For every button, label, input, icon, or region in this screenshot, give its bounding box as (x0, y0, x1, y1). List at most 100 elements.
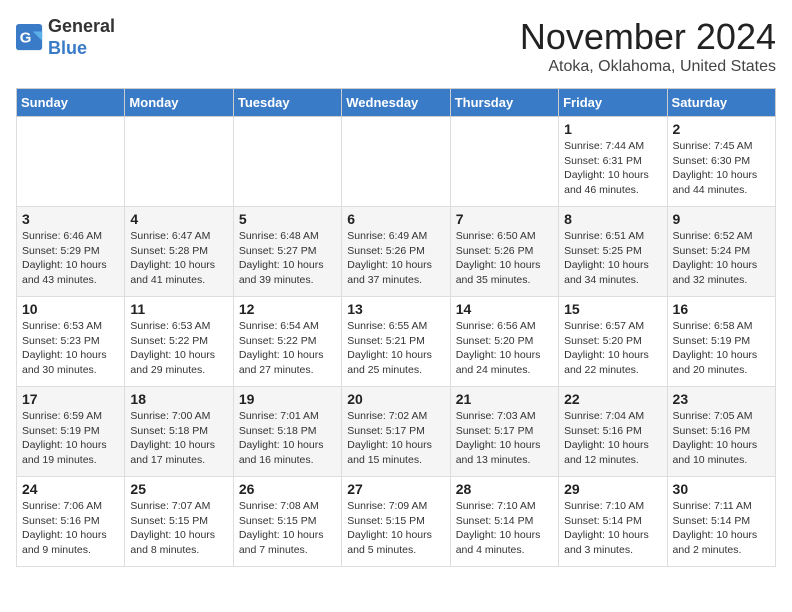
day-info: Sunrise: 7:11 AM Sunset: 5:14 PM Dayligh… (673, 499, 770, 558)
day-cell: 28 Sunrise: 7:10 AM Sunset: 5:14 PM Dayli… (450, 477, 558, 567)
svg-text:G: G (20, 29, 32, 46)
day-cell (342, 117, 450, 207)
day-number: 28 (456, 481, 553, 497)
day-number: 7 (456, 211, 553, 227)
day-cell: 23 Sunrise: 7:05 AM Sunset: 5:16 PM Dayli… (667, 387, 775, 477)
month-title: November 2024 (520, 16, 776, 58)
day-number: 27 (347, 481, 444, 497)
location: Atoka, Oklahoma, United States (520, 58, 776, 76)
day-info: Sunrise: 6:46 AM Sunset: 5:29 PM Dayligh… (22, 229, 119, 288)
day-number: 9 (673, 211, 770, 227)
day-cell: 19 Sunrise: 7:01 AM Sunset: 5:18 PM Dayli… (233, 387, 341, 477)
day-info: Sunrise: 6:57 AM Sunset: 5:20 PM Dayligh… (564, 319, 661, 378)
day-number: 6 (347, 211, 444, 227)
day-info: Sunrise: 6:58 AM Sunset: 5:19 PM Dayligh… (673, 319, 770, 378)
day-info: Sunrise: 6:51 AM Sunset: 5:25 PM Dayligh… (564, 229, 661, 288)
header-sunday: Sunday (17, 89, 125, 117)
day-cell: 27Sunrise: 7:09 AM Sunset: 5:15 PM Dayli… (342, 477, 450, 567)
day-number: 4 (130, 211, 227, 227)
day-number: 24 (22, 481, 119, 497)
day-cell: 26Sunrise: 7:08 AM Sunset: 5:15 PM Dayli… (233, 477, 341, 567)
day-cell: 7 Sunrise: 6:50 AM Sunset: 5:26 PM Daylig… (450, 207, 558, 297)
day-number: 26 (239, 481, 336, 497)
day-info: Sunrise: 7:05 AM Sunset: 5:16 PM Dayligh… (673, 409, 770, 468)
day-number: 8 (564, 211, 661, 227)
page-header: G General Blue November 2024 Atoka, Okla… (16, 16, 776, 76)
day-number: 16 (673, 301, 770, 317)
day-number: 1 (564, 121, 661, 137)
day-info: Sunrise: 6:48 AM Sunset: 5:27 PM Dayligh… (239, 229, 336, 288)
day-info: Sunrise: 7:10 AM Sunset: 5:14 PM Dayligh… (456, 499, 553, 558)
day-info: Sunrise: 6:49 AM Sunset: 5:26 PM Dayligh… (347, 229, 444, 288)
day-number: 19 (239, 391, 336, 407)
day-info: Sunrise: 6:55 AM Sunset: 5:21 PM Dayligh… (347, 319, 444, 378)
day-number: 2 (673, 121, 770, 137)
day-cell: 5 Sunrise: 6:48 AM Sunset: 5:27 PM Daylig… (233, 207, 341, 297)
calendar-table: SundayMondayTuesdayWednesdayThursdayFrid… (16, 88, 776, 567)
day-cell: 15 Sunrise: 6:57 AM Sunset: 5:20 PM Dayli… (559, 297, 667, 387)
day-info: Sunrise: 6:56 AM Sunset: 5:20 PM Dayligh… (456, 319, 553, 378)
day-cell: 18Sunrise: 7:00 AM Sunset: 5:18 PM Dayli… (125, 387, 233, 477)
day-cell: 10 Sunrise: 6:53 AM Sunset: 5:23 PM Dayli… (17, 297, 125, 387)
day-info: Sunrise: 7:45 AM Sunset: 6:30 PM Dayligh… (673, 139, 770, 198)
logo-line2: Blue (48, 38, 115, 60)
day-cell: 17 Sunrise: 6:59 AM Sunset: 5:19 PM Dayli… (17, 387, 125, 477)
day-info: Sunrise: 6:53 AM Sunset: 5:23 PM Dayligh… (22, 319, 119, 378)
header-monday: Monday (125, 89, 233, 117)
day-cell: 12Sunrise: 6:54 AM Sunset: 5:22 PM Dayli… (233, 297, 341, 387)
day-info: Sunrise: 7:00 AM Sunset: 5:18 PM Dayligh… (130, 409, 227, 468)
day-info: Sunrise: 7:01 AM Sunset: 5:18 PM Dayligh… (239, 409, 336, 468)
week-row-4: 17 Sunrise: 6:59 AM Sunset: 5:19 PM Dayli… (17, 387, 776, 477)
day-number: 23 (673, 391, 770, 407)
day-number: 14 (456, 301, 553, 317)
day-number: 13 (347, 301, 444, 317)
week-row-1: 1 Sunrise: 7:44 AM Sunset: 6:31 PM Daylig… (17, 117, 776, 207)
day-cell: 30Sunrise: 7:11 AM Sunset: 5:14 PM Dayli… (667, 477, 775, 567)
header-tuesday: Tuesday (233, 89, 341, 117)
logo-icon: G (16, 24, 44, 52)
day-info: Sunrise: 6:52 AM Sunset: 5:24 PM Dayligh… (673, 229, 770, 288)
day-cell: 3 Sunrise: 6:46 AM Sunset: 5:29 PM Daylig… (17, 207, 125, 297)
calendar-header-row: SundayMondayTuesdayWednesdayThursdayFrid… (17, 89, 776, 117)
day-cell: 2 Sunrise: 7:45 AM Sunset: 6:30 PM Daylig… (667, 117, 775, 207)
day-cell (17, 117, 125, 207)
day-info: Sunrise: 6:54 AM Sunset: 5:22 PM Dayligh… (239, 319, 336, 378)
day-number: 22 (564, 391, 661, 407)
day-cell: 21 Sunrise: 7:03 AM Sunset: 5:17 PM Dayli… (450, 387, 558, 477)
day-info: Sunrise: 7:02 AM Sunset: 5:17 PM Dayligh… (347, 409, 444, 468)
day-number: 17 (22, 391, 119, 407)
day-cell: 9 Sunrise: 6:52 AM Sunset: 5:24 PM Daylig… (667, 207, 775, 297)
day-cell: 14 Sunrise: 6:56 AM Sunset: 5:20 PM Dayli… (450, 297, 558, 387)
day-info: Sunrise: 7:44 AM Sunset: 6:31 PM Dayligh… (564, 139, 661, 198)
day-info: Sunrise: 6:53 AM Sunset: 5:22 PM Dayligh… (130, 319, 227, 378)
day-cell (450, 117, 558, 207)
day-info: Sunrise: 7:06 AM Sunset: 5:16 PM Dayligh… (22, 499, 119, 558)
day-cell (233, 117, 341, 207)
day-info: Sunrise: 7:07 AM Sunset: 5:15 PM Dayligh… (130, 499, 227, 558)
logo: G General Blue (16, 16, 115, 59)
day-cell: 16 Sunrise: 6:58 AM Sunset: 5:19 PM Dayli… (667, 297, 775, 387)
title-block: November 2024 Atoka, Oklahoma, United St… (520, 16, 776, 76)
day-number: 21 (456, 391, 553, 407)
day-info: Sunrise: 6:50 AM Sunset: 5:26 PM Dayligh… (456, 229, 553, 288)
day-number: 15 (564, 301, 661, 317)
header-saturday: Saturday (667, 89, 775, 117)
day-info: Sunrise: 6:47 AM Sunset: 5:28 PM Dayligh… (130, 229, 227, 288)
day-number: 25 (130, 481, 227, 497)
day-cell: 22Sunrise: 7:04 AM Sunset: 5:16 PM Dayli… (559, 387, 667, 477)
week-row-2: 3 Sunrise: 6:46 AM Sunset: 5:29 PM Daylig… (17, 207, 776, 297)
day-cell: 24 Sunrise: 7:06 AM Sunset: 5:16 PM Dayli… (17, 477, 125, 567)
day-number: 11 (130, 301, 227, 317)
day-cell: 25 Sunrise: 7:07 AM Sunset: 5:15 PM Dayli… (125, 477, 233, 567)
day-info: Sunrise: 7:10 AM Sunset: 5:14 PM Dayligh… (564, 499, 661, 558)
day-info: Sunrise: 6:59 AM Sunset: 5:19 PM Dayligh… (22, 409, 119, 468)
day-number: 10 (22, 301, 119, 317)
header-wednesday: Wednesday (342, 89, 450, 117)
day-info: Sunrise: 7:03 AM Sunset: 5:17 PM Dayligh… (456, 409, 553, 468)
day-cell: 8 Sunrise: 6:51 AM Sunset: 5:25 PM Daylig… (559, 207, 667, 297)
day-cell (125, 117, 233, 207)
day-number: 5 (239, 211, 336, 227)
day-cell: 1 Sunrise: 7:44 AM Sunset: 6:31 PM Daylig… (559, 117, 667, 207)
day-number: 3 (22, 211, 119, 227)
day-cell: 11 Sunrise: 6:53 AM Sunset: 5:22 PM Dayli… (125, 297, 233, 387)
